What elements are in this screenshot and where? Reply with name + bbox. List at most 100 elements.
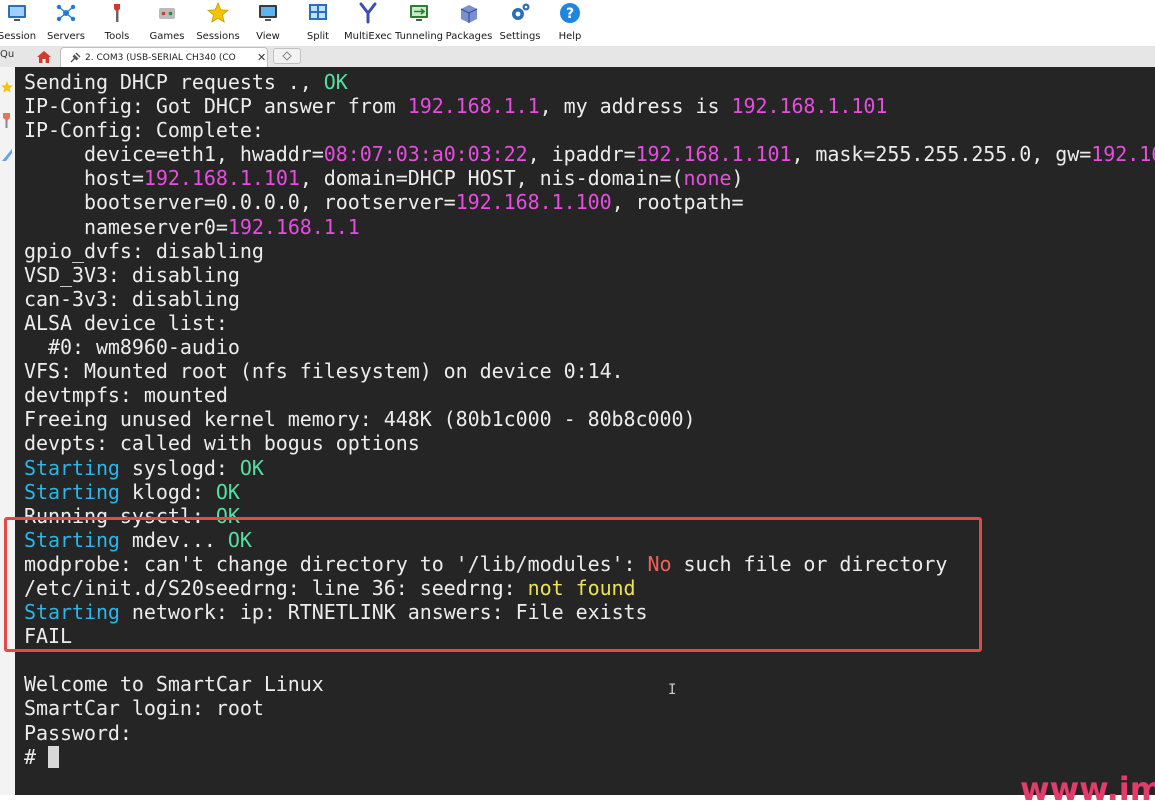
terminal-text-segment: bootserver=0.0.0.0, rootserver= (24, 190, 456, 215)
session-tab-label: 2. COM3 (USB-SERIAL CH340 (CO (85, 52, 236, 63)
terminal-text-segment: none (683, 166, 732, 191)
terminal-text-segment: gpio_dvfs: disabling (24, 238, 264, 263)
terminal-text-segment: Freeing unused kernel memory: 448K (80b1… (24, 407, 696, 432)
sidebar-macros-icon[interactable] (0, 143, 14, 165)
terminal-text-segment: devpts: called with bogus options (24, 431, 420, 456)
toolbar-label: MultiExec (343, 31, 393, 42)
toolbar-settings-button[interactable]: Settings (498, 0, 542, 46)
terminal-line: VSD_3V3: disabling (24, 263, 1155, 287)
toolbar-tunneling-button[interactable]: Tunneling (395, 0, 443, 46)
terminal-text-segment: ALSA device list: (24, 310, 228, 335)
terminal-text-segment: not found (527, 575, 636, 600)
terminal-text-segment: #0: wm8960-audio (24, 335, 240, 360)
terminal-text-segment: 192.168.1.101 (635, 142, 792, 167)
terminal-line: #0: wm8960-audio (24, 335, 1155, 359)
terminal-text-segment: Running sysctl: (24, 503, 216, 528)
tools-icon (114, 4, 120, 22)
toolbar-label: Servers (46, 31, 85, 42)
terminal-text-segment: FAIL (24, 624, 72, 649)
terminal-text-segment: 192.168.1.100 (455, 190, 612, 215)
toolbar-multiexec-button[interactable]: MultiExec (344, 0, 392, 46)
new-tab-button[interactable] (273, 48, 301, 64)
terminal-text-segment: OK (239, 455, 264, 480)
toolbar-games-button[interactable]: Games (148, 0, 186, 46)
tab-close-icon[interactable]: ✕ (257, 51, 266, 64)
star-icon (206, 1, 230, 23)
terminal-text-segment: , ipaddr= (527, 142, 636, 167)
watermark: www.im (1020, 770, 1155, 808)
home-tab[interactable] (30, 47, 58, 66)
terminal-text-segment: Sending DHCP requests ., (24, 70, 324, 94)
terminal-text-segment: modprobe: can't change directory to '/li… (24, 551, 648, 576)
toolbar-sessions-button[interactable]: Sessions (196, 0, 240, 46)
terminal-text-segment: mdev... (119, 527, 228, 552)
games-icon (159, 8, 175, 19)
terminal-line: /etc/init.d/S20seedrng: line 36: seedrng… (24, 576, 1155, 600)
toolbar-session-button[interactable]: Session (0, 0, 37, 46)
toolbar-label: Tools (104, 31, 130, 42)
terminal-text-segment: , rootpath= (611, 190, 744, 215)
terminal-text-segment: nameserver0= (24, 214, 228, 239)
quick-connect-label[interactable]: Qu (0, 49, 14, 60)
terminal-line: IP-Config: Complete: (24, 118, 1155, 142)
terminal-line: Starting mdev... OK (24, 528, 1155, 552)
session-tab-com3[interactable]: 2. COM3 (USB-SERIAL CH340 (CO ✕ (60, 47, 268, 67)
terminal-text-segment: # (24, 744, 48, 769)
terminal-line: modprobe: can't change directory to '/li… (24, 552, 1155, 576)
view-icon (259, 5, 277, 21)
terminal-text-segment: network: ip: RTNETLINK answers: File exi… (119, 600, 648, 625)
terminal-line: Sending DHCP requests ., OK (24, 70, 1155, 94)
toolbar-view-button[interactable]: View (252, 0, 284, 46)
terminal-cursor (47, 745, 59, 768)
terminal-text-segment: 192.168 (1091, 142, 1155, 167)
terminal-text-segment: 08:07:03:a0:03:22 (323, 142, 528, 167)
terminal-line: FAIL (24, 624, 1155, 648)
svg-text:?: ? (566, 6, 574, 22)
terminal-text-segment: 192.168.1.101 (143, 166, 300, 191)
toolbar-label: Split (306, 31, 330, 42)
terminal-text-segment: No (647, 551, 672, 576)
terminal-text-segment: , my address is (539, 94, 732, 119)
toolbar-label: Games (149, 31, 185, 42)
terminal-text-segment: 192.168.1.101 (731, 94, 888, 119)
terminal-text-segment: 192.168.1.1 (227, 214, 360, 239)
multiexec-icon (359, 2, 377, 24)
terminal-line: bootserver=0.0.0.0, rootserver=192.168.1… (24, 190, 1155, 214)
toolbar-label: Help (558, 31, 582, 42)
toolbar-help-button[interactable]: ? Help (556, 0, 584, 46)
home-icon (37, 50, 51, 63)
terminal-text-segment: Starting (24, 600, 120, 625)
session-icon (8, 5, 26, 21)
toolbar-label: Packages (445, 31, 493, 42)
terminal-text-segment: OK (227, 527, 252, 552)
terminal-line: host=192.168.1.101, domain=DHCP HOST, ni… (24, 166, 1155, 190)
terminal-text-segment: syslogd: (119, 455, 240, 480)
sidebar-sessions-star-icon[interactable] (0, 77, 14, 99)
toolbar-label: Session (0, 31, 37, 42)
terminal-text-segment: OK (215, 479, 240, 504)
toolbar-packages-button[interactable]: Packages (446, 0, 492, 46)
terminal-lines: Sending DHCP requests ., OK IP-Config: Go… (24, 70, 1155, 769)
terminal-line: Freeing unused kernel memory: 448K (80b1… (24, 407, 1155, 431)
new-tab-icon (282, 51, 292, 61)
terminal-text-segment: VFS: Mounted root (nfs filesystem) on de… (24, 359, 624, 384)
toolbar-split-button[interactable]: Split (302, 0, 334, 46)
toolbar-label: Sessions (196, 31, 240, 42)
terminal-text-segment: SmartCar login: root (24, 696, 264, 721)
toolbar-label: View (256, 31, 280, 42)
terminal-line: Welcome to SmartCar Linux (24, 672, 1155, 696)
terminal-text-segment: Starting (24, 455, 120, 480)
terminal-line: # (24, 745, 1155, 769)
toolbar-servers-button[interactable]: Servers (46, 0, 86, 46)
toolbar-tools-button[interactable]: Tools (100, 0, 134, 46)
terminal-output[interactable]: Sending DHCP requests ., OK IP-Config: Go… (15, 67, 1155, 795)
terminal-line: gpio_dvfs: disabling (24, 239, 1155, 263)
terminal-text-segment: Welcome to SmartCar Linux (24, 672, 324, 697)
terminal-line: devtmpfs: mounted (24, 383, 1155, 407)
left-sidebar (0, 67, 16, 795)
servers-icon (56, 4, 76, 22)
terminal-text-segment: such file or directory (671, 551, 948, 576)
toolbar-label: Tunneling (395, 31, 443, 42)
sidebar-tools-icon[interactable] (0, 109, 14, 131)
